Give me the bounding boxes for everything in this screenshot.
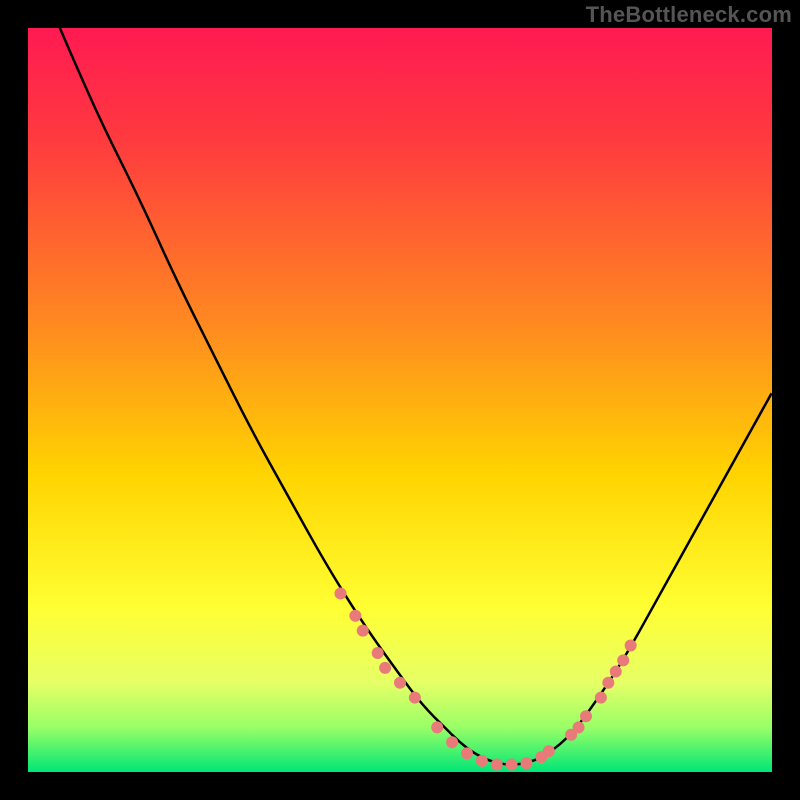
marker-point <box>461 747 473 759</box>
marker-point <box>602 677 614 689</box>
gradient-background <box>28 28 772 772</box>
marker-point <box>595 692 607 704</box>
marker-point <box>543 745 555 757</box>
marker-point <box>379 662 391 674</box>
marker-point <box>625 640 637 652</box>
marker-point <box>573 721 585 733</box>
marker-point <box>476 755 488 767</box>
marker-point <box>394 677 406 689</box>
marker-point <box>506 759 518 771</box>
marker-point <box>610 666 622 678</box>
marker-point <box>446 736 458 748</box>
chart-svg <box>28 28 772 772</box>
marker-point <box>372 647 384 659</box>
marker-point <box>349 610 361 622</box>
marker-point <box>357 625 369 637</box>
marker-point <box>334 587 346 599</box>
marker-point <box>617 654 629 666</box>
marker-point <box>580 710 592 722</box>
plot-area <box>28 28 772 772</box>
marker-point <box>520 757 532 769</box>
chart-frame: TheBottleneck.com <box>0 0 800 800</box>
marker-point <box>491 759 503 771</box>
marker-point <box>431 721 443 733</box>
marker-point <box>409 692 421 704</box>
watermark-text: TheBottleneck.com <box>586 2 792 28</box>
